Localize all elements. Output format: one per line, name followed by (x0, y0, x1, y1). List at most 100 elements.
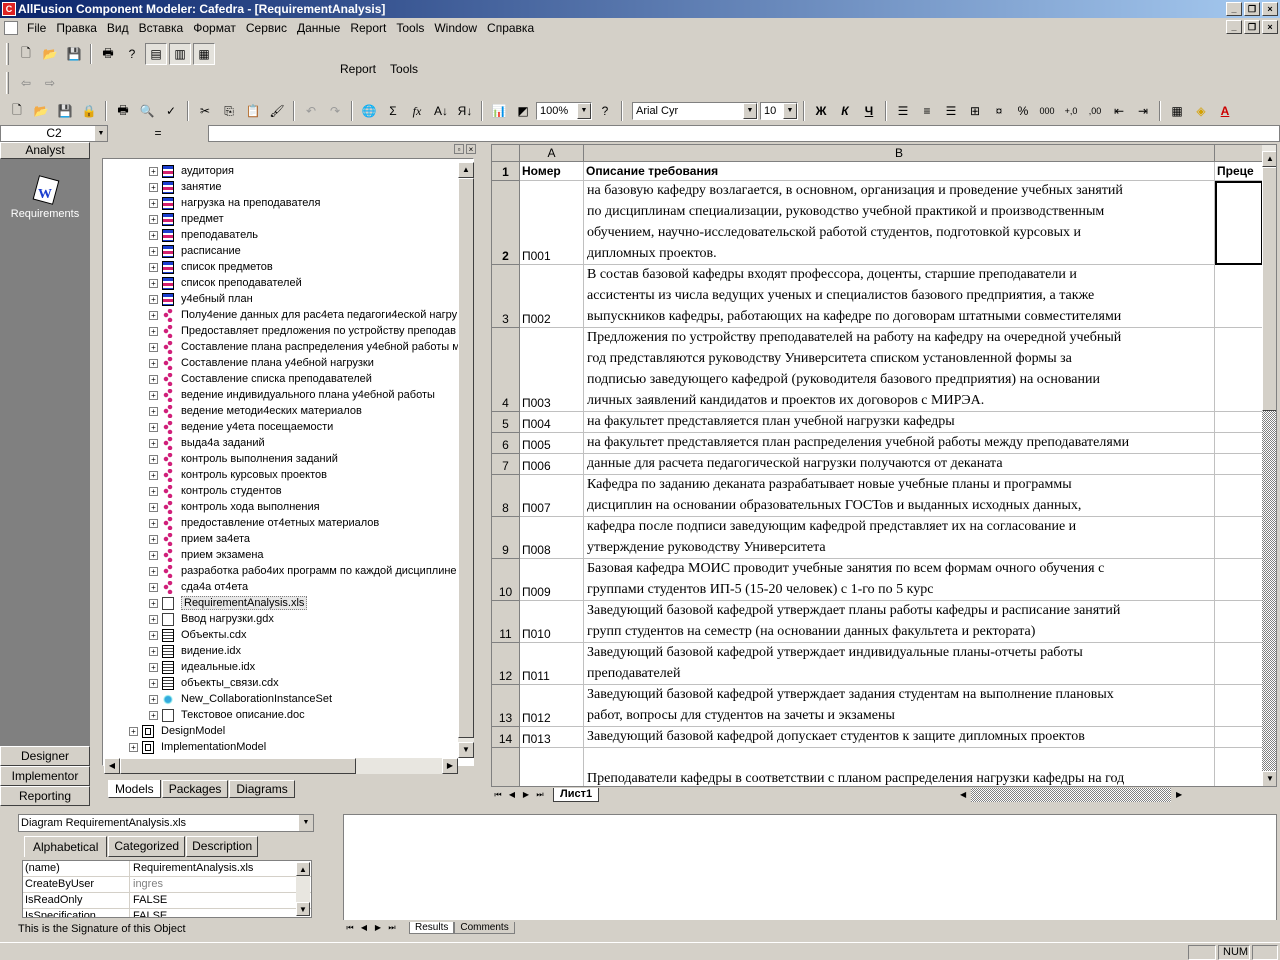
tree-vertical-scrollbar[interactable]: ▲ ▼ (458, 162, 474, 758)
expand-icon[interactable]: + (149, 614, 158, 624)
expand-icon[interactable]: + (149, 486, 158, 496)
restore-button[interactable]: ❐ (1244, 2, 1260, 16)
tree-item[interactable]: + Составление плана распределения у4ебной… (149, 339, 460, 355)
row-header[interactable]: 3 (492, 265, 520, 328)
tree-item[interactable]: + у4ебный план (149, 291, 253, 307)
tree-item[interactable]: + расписание (149, 243, 241, 259)
new-icon[interactable]: 🗋 (15, 43, 37, 65)
menu-service[interactable]: Сервис (241, 21, 292, 35)
tree-item[interactable]: + преподаватель (149, 227, 258, 243)
cell-description[interactable]: В состав базовой кафедры входят профессо… (584, 265, 1215, 328)
sheet-vertical-scrollbar[interactable]: ▲ ▼ (1262, 145, 1276, 787)
cell-number[interactable]: П004 (520, 412, 584, 433)
drawing-icon[interactable]: ◩ (512, 100, 534, 122)
copy-icon[interactable]: ⎘ (218, 100, 240, 122)
tree-item[interactable]: + сда4а от4ета (149, 579, 248, 595)
property-value[interactable]: FALSE (130, 893, 311, 908)
expand-icon[interactable]: + (149, 374, 158, 384)
merge-center-icon[interactable]: ⊞ (964, 100, 986, 122)
forward-arrow-icon[interactable]: ⇨ (39, 72, 61, 94)
cell-description[interactable]: Преподаватели кафедры в соответствии с п… (584, 748, 1215, 790)
cell-precedent[interactable] (1215, 748, 1263, 790)
tab-comments[interactable]: Comments (454, 922, 515, 934)
tree-item[interactable]: + Текстовое описание.doc (149, 707, 305, 723)
menu-report[interactable]: Report (345, 21, 391, 35)
tab-alphabetical[interactable]: Alphabetical (24, 836, 108, 857)
font-size-select[interactable]: 10 ▼ (760, 102, 798, 120)
expand-icon[interactable]: + (149, 502, 158, 512)
currency-icon[interactable]: ¤ (988, 100, 1010, 122)
chevron-down-icon[interactable]: ▼ (299, 815, 313, 831)
cell-description[interactable]: кафедра после подписи заведующим кафедро… (584, 517, 1215, 559)
help-icon[interactable]: ? (594, 100, 616, 122)
expand-icon[interactable]: + (149, 550, 158, 560)
tree-item[interactable]: + Ввод нагрузки.gdx (149, 611, 274, 627)
format-painter-icon[interactable]: 🖌 (266, 100, 288, 122)
property-value[interactable]: ingres (130, 877, 311, 892)
cell-precedent[interactable] (1215, 412, 1263, 433)
expand-icon[interactable]: + (149, 582, 158, 592)
row-header[interactable]: 2 (492, 181, 520, 265)
underline-button[interactable]: Ч (858, 100, 880, 122)
expand-icon[interactable]: + (149, 518, 158, 528)
header-cell-precedent[interactable]: Преце (1215, 162, 1263, 181)
increase-decimal-icon[interactable]: +,0 (1060, 100, 1082, 122)
expand-icon[interactable]: + (149, 662, 158, 672)
zoom-select[interactable]: 100% ▼ (536, 102, 592, 120)
expand-icon[interactable]: + (149, 390, 158, 400)
tree-item[interactable]: + аудитория (149, 163, 234, 179)
tree-item[interactable]: + нагрузка на преподавателя (149, 195, 320, 211)
doc-minimize-button[interactable]: _ (1226, 20, 1242, 34)
font-name-select[interactable]: Arial Cyr ▼ (632, 102, 758, 120)
cell-precedent[interactable] (1215, 454, 1263, 475)
align-right-icon[interactable]: ☰ (940, 100, 962, 122)
cell-precedent[interactable] (1215, 328, 1263, 412)
cell-number[interactable]: П010 (520, 601, 584, 643)
chevron-down-icon[interactable]: ▼ (95, 125, 107, 141)
expand-icon[interactable]: + (149, 534, 158, 544)
expand-icon[interactable]: + (149, 422, 158, 432)
borders-icon[interactable]: ▦ (1166, 100, 1188, 122)
scroll-down-icon[interactable]: ▼ (1262, 771, 1276, 787)
property-row[interactable]: IsSpecification FALSE (23, 909, 311, 917)
scroll-right-icon[interactable]: ▶ (1171, 788, 1187, 802)
tree-item[interactable]: + контроль курсовых проектов (149, 467, 327, 483)
print-icon[interactable]: 🖶 (97, 43, 119, 65)
tree-item[interactable]: + предмет (149, 211, 224, 227)
scroll-up-icon[interactable]: ▲ (296, 862, 310, 876)
cell-precedent[interactable] (1215, 643, 1263, 685)
row-header[interactable]: 6 (492, 433, 520, 454)
tree-item[interactable]: + Составление плана у4ебной нагрузки (149, 355, 374, 371)
implementor-button[interactable]: Implementor (0, 766, 90, 786)
cell-description[interactable]: Заведующий базовой кафедрой утверждает з… (584, 685, 1215, 727)
cell-number[interactable]: П006 (520, 454, 584, 475)
menu-view[interactable]: Вид (102, 21, 134, 35)
expand-icon[interactable]: + (149, 278, 158, 288)
italic-button[interactable]: К (834, 100, 856, 122)
cell-precedent[interactable] (1215, 517, 1263, 559)
cell-number[interactable]: П001 (520, 181, 584, 265)
expand-icon[interactable]: + (149, 342, 158, 352)
property-row[interactable]: IsReadOnly FALSE (23, 893, 311, 909)
designer-button[interactable]: Designer (0, 746, 90, 766)
expand-icon[interactable]: + (149, 566, 158, 576)
sheet-tab[interactable]: Лист1 (553, 787, 600, 802)
column-header-a[interactable]: A (520, 145, 584, 162)
next-sheet-icon[interactable]: ▶ (519, 788, 533, 802)
active-cell[interactable] (1215, 181, 1263, 265)
tree-item[interactable]: + видение.idx (149, 643, 241, 659)
save-icon[interactable]: 💾 (54, 100, 76, 122)
view-grid-icon[interactable]: ▦ (193, 43, 215, 65)
analyst-header[interactable]: Analyst (0, 142, 90, 159)
row-header[interactable]: 12 (492, 643, 520, 685)
bold-button[interactable]: Ж (810, 100, 832, 122)
cell-description[interactable]: Заведующий базовой кафедрой утверждает п… (584, 601, 1215, 643)
menu-edit[interactable]: Правка (51, 21, 102, 35)
expand-icon[interactable]: + (149, 246, 158, 256)
fill-color-icon[interactable]: ◈ (1190, 100, 1212, 122)
prev-sheet-icon[interactable]: ◀ (505, 788, 519, 802)
select-all-corner[interactable] (492, 145, 520, 162)
menu-insert[interactable]: Вставка (134, 21, 189, 35)
print-icon[interactable]: 🖶 (112, 100, 134, 122)
menu-tools[interactable]: Tools (391, 21, 429, 35)
